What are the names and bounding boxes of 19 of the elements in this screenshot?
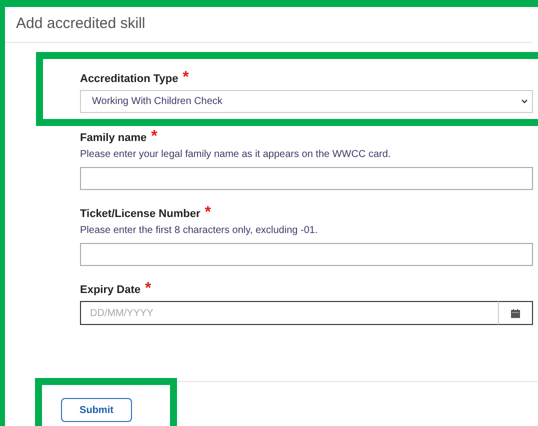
required-mark: * [151, 128, 158, 145]
field-label: Family name [80, 132, 147, 144]
field-hint: Please enter the first 8 characters only, excluding -01. [80, 225, 319, 236]
field-label: Accreditation Type [80, 73, 178, 85]
date-field[interactable]: DD/MM/YYYY [80, 301, 498, 325]
text-field[interactable] [80, 243, 533, 266]
submit-button[interactable]: Submit [61, 398, 132, 422]
field-hint: Please enter your legal family name as it appears on the WWCC card. [80, 149, 392, 160]
required-mark: * [144, 280, 152, 297]
field-label: Ticket/License Number [80, 208, 200, 220]
required-mark: * [182, 69, 189, 86]
field-label: Expiry Date [80, 284, 141, 296]
calendar-icon [511, 308, 520, 318]
chevron-down-icon [521, 99, 528, 104]
select-field[interactable]: Working With Children Check [80, 90, 533, 113]
calendar-button[interactable] [498, 301, 533, 325]
required-mark: * [204, 204, 211, 221]
text-field[interactable] [80, 167, 533, 190]
page-title: Add accredited skill [5, 7, 532, 43]
